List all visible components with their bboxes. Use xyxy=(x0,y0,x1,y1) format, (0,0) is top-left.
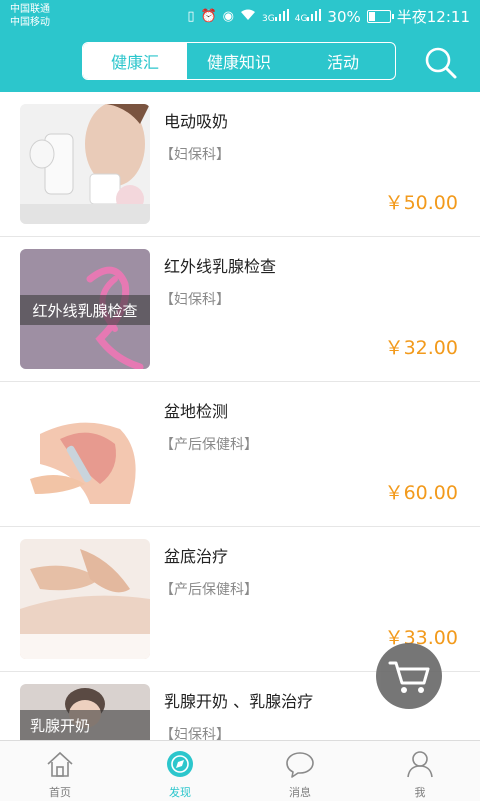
tab-health-hub[interactable]: 健康汇 xyxy=(83,43,187,79)
item-price: ￥50.00 xyxy=(384,192,458,214)
massage-image xyxy=(20,539,150,659)
list-item[interactable]: 电动吸奶 【妇保科】 ￥50.00 xyxy=(0,92,480,237)
item-department: 【产后保健科】 xyxy=(160,582,258,598)
item-image xyxy=(20,539,150,659)
search-button[interactable] xyxy=(424,46,458,80)
nav-label: 我 xyxy=(414,786,426,799)
signal-icon-2: 4G xyxy=(295,9,322,24)
item-image xyxy=(20,394,150,514)
item-price: ￥32.00 xyxy=(384,337,458,359)
battery-icon xyxy=(366,10,394,23)
tab-label: 活动 xyxy=(326,53,359,72)
cart-button[interactable] xyxy=(376,643,442,709)
user-icon xyxy=(407,751,433,778)
status-indicators: ▯ ⏰ ◉ 3G 4G 30% 半夜12:11 xyxy=(187,6,470,27)
signal-icon-1: 3G xyxy=(262,9,289,24)
battery-fill xyxy=(368,12,375,21)
segment-tabs: 健康汇 健康知识 活动 xyxy=(82,42,396,80)
item-title: 电动吸奶 xyxy=(164,112,229,131)
item-title: 红外线乳腺检查 xyxy=(164,257,277,276)
carrier-1: 中国联通 xyxy=(10,4,50,15)
item-department: 【产后保健科】 xyxy=(160,437,258,453)
compass-icon xyxy=(167,751,193,777)
clock: 半夜12:11 xyxy=(396,8,470,26)
nav-me[interactable]: 我 xyxy=(360,741,480,801)
network-type-2: 4G xyxy=(294,14,308,24)
vibrate-icon: ▯ xyxy=(187,9,195,24)
alarm-icon: ⏰ xyxy=(200,9,217,24)
nav-home[interactable]: 首页 xyxy=(0,741,120,801)
nav-label: 首页 xyxy=(49,786,71,799)
item-image: 乳腺开奶 xyxy=(20,684,150,740)
item-title: 盆底治疗 xyxy=(164,547,229,566)
list-item[interactable]: 红外线乳腺检查 红外线乳腺检查 【妇保科】 ￥32.00 xyxy=(0,237,480,382)
nav-label: 发现 xyxy=(169,786,191,799)
list-item[interactable]: 盆地检测 【产后保健科】 ￥60.00 xyxy=(0,382,480,527)
wifi-icon xyxy=(240,8,256,25)
item-image: 红外线乳腺检查 xyxy=(20,249,150,369)
item-title: 乳腺开奶 、乳腺治疗 xyxy=(164,692,314,711)
network-type-1: 3G xyxy=(262,14,275,24)
tab-label: 健康知识 xyxy=(206,53,271,72)
pelvic-anatomy-image xyxy=(20,394,150,514)
tab-activities[interactable]: 活动 xyxy=(291,43,395,79)
chat-bubble-icon xyxy=(286,752,314,778)
item-department: 【妇保科】 xyxy=(160,727,230,740)
item-title: 盆地检测 xyxy=(164,402,229,421)
item-department: 【妇保科】 xyxy=(160,147,230,163)
nav-label: 消息 xyxy=(289,786,311,799)
carrier-info: 中国联通 中国移动 xyxy=(10,3,50,29)
carrier-2: 中国移动 xyxy=(10,17,50,28)
breast-pump-image xyxy=(20,104,150,224)
home-icon xyxy=(47,751,73,777)
image-caption: 乳腺开奶 xyxy=(20,710,150,740)
shopping-cart-icon xyxy=(388,661,430,693)
search-icon xyxy=(425,47,457,79)
tab-health-knowledge[interactable]: 健康知识 xyxy=(187,43,291,79)
image-caption: 红外线乳腺检查 xyxy=(20,295,150,325)
status-bar: 中国联通 中国移动 ▯ ⏰ ◉ 3G 4G 30% 半夜12:11 xyxy=(0,0,480,32)
nav-messages[interactable]: 消息 xyxy=(240,741,360,801)
bottom-navigation: 首页 发现 消息 我 xyxy=(0,740,480,801)
app-header: 健康汇 健康知识 活动 xyxy=(0,32,480,92)
battery-percent: 30% xyxy=(327,7,361,26)
eye-icon: ◉ xyxy=(222,9,235,24)
tab-label: 健康汇 xyxy=(110,53,159,72)
nav-discover[interactable]: 发现 xyxy=(120,741,240,801)
item-department: 【妇保科】 xyxy=(160,292,230,308)
item-image xyxy=(20,104,150,224)
item-price: ￥60.00 xyxy=(384,482,458,504)
